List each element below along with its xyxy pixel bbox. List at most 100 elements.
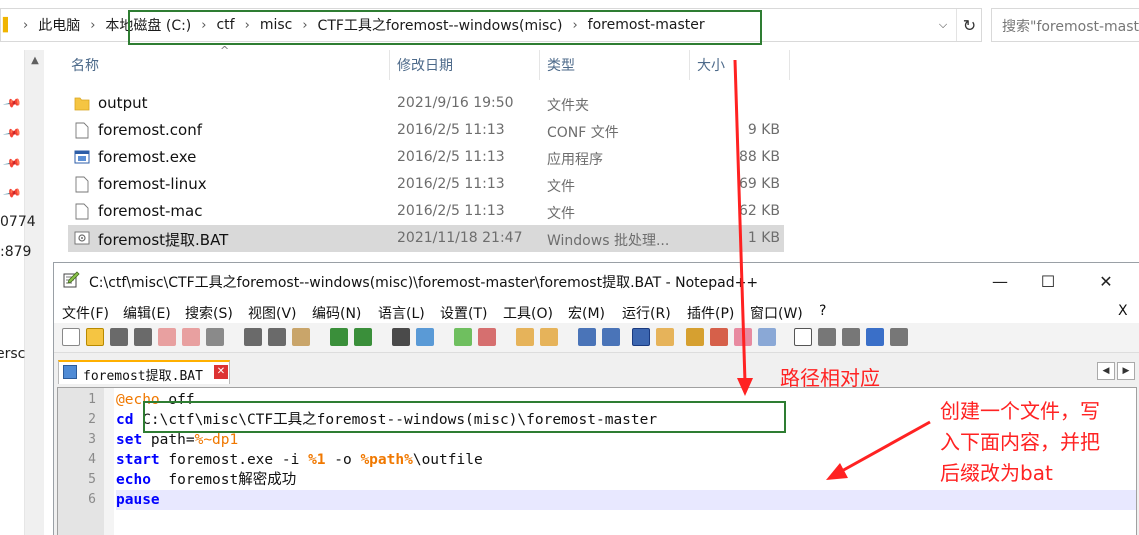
play-macro-icon[interactable] [842,328,860,346]
line-number: 5 [88,472,96,487]
nav-item-cut[interactable]: ersc [0,346,25,362]
paste-icon[interactable] [292,328,310,346]
column-header-name[interactable]: 名称 [71,52,99,80]
menu-run[interactable]: 运行(R) [622,303,671,323]
toolbar [54,323,1139,353]
menu-edit[interactable]: 编辑(E) [123,303,171,323]
nav-scrollbar[interactable]: ▲ [24,50,44,535]
folder-as-workspace-icon[interactable] [710,328,728,346]
cut-icon[interactable] [244,328,262,346]
tab-close-icon[interactable]: ✕ [214,365,228,379]
zoom-out-icon[interactable] [478,328,496,346]
word-wrap-icon[interactable] [578,328,596,346]
file-size: 1 KB [747,230,780,246]
close-button[interactable]: ✕ [1078,263,1134,299]
breadcrumb-separator[interactable]: › [86,18,99,33]
code-variable: %path% [360,452,413,468]
file-icon [75,176,89,193]
menu-bar: 文件(F) 编辑(E) 搜索(S) 视图(V) 编码(N) 语言(L) 设置(T… [54,299,1139,323]
column-header-size[interactable]: 大小 [697,52,725,80]
annotation-create-line-1: 创建一个文件，写 [940,399,1100,423]
undo-icon[interactable] [330,328,348,346]
menu-encoding[interactable]: 编码(N) [312,303,361,323]
indent-guide-icon[interactable] [632,328,650,346]
tab-scroll-right-button[interactable]: ▶ [1117,362,1135,380]
title-bar[interactable]: C:\ctf\misc\CTF工具之foremost--windows(misc… [54,263,1139,299]
copy-icon[interactable] [268,328,286,346]
close-all-icon[interactable] [182,328,200,346]
column-divider[interactable] [539,50,540,80]
code-text: \outfile [412,452,483,468]
menu-tools[interactable]: 工具(O) [503,303,553,323]
folder-icon [74,97,90,111]
close-file-icon[interactable] [158,328,176,346]
fold-margin[interactable] [104,388,114,535]
print-icon[interactable] [206,328,224,346]
file-date: 2016/2/5 11:13 [397,203,505,219]
menu-language[interactable]: 语言(L) [378,303,425,323]
tab-scroll-left-button[interactable]: ◀ [1097,362,1115,380]
file-date: 2021/11/18 21:47 [397,230,523,246]
column-header-type[interactable]: 类型 [547,52,575,80]
maximize-button[interactable]: ☐ [1020,263,1076,299]
address-dropdown-button[interactable]: ⌵ [931,9,955,41]
sync-vertical-icon[interactable] [516,328,534,346]
file-row[interactable]: foremost.conf 2016/2/5 11:13 CONF 文件 9 K… [68,117,784,144]
nav-item-cut[interactable]: 0774 [0,214,36,230]
stop-macro-icon[interactable] [818,328,836,346]
file-type: 文件 [547,206,575,222]
path-highlight-box [143,401,786,433]
menu-macro[interactable]: 宏(M) [568,303,605,323]
replace-icon[interactable] [416,328,434,346]
column-header-date[interactable]: 修改日期 [397,52,453,80]
column-divider[interactable] [789,50,790,80]
menu-view[interactable]: 视图(V) [248,303,297,323]
tab-foremost-bat[interactable]: foremost提取.BAT ✕ [58,360,230,384]
open-folder-icon[interactable] [86,328,104,346]
find-icon[interactable] [392,328,410,346]
scroll-up-icon[interactable]: ▲ [25,50,45,70]
doc-switcher-icon[interactable] [734,328,752,346]
record-macro-icon[interactable] [794,328,812,346]
save-state-icon [63,365,77,379]
menu-window[interactable]: 窗口(W) [750,303,803,323]
file-date: 2016/2/5 11:13 [397,176,505,192]
menu-close-doc[interactable]: X [1118,303,1128,319]
column-divider[interactable] [689,50,690,80]
nav-item-cut[interactable]: :879 [0,244,31,260]
file-row[interactable]: foremost-linux 2016/2/5 11:13 文件 69 KB [68,171,784,198]
menu-settings[interactable]: 设置(T) [440,303,487,323]
breadcrumb-this-pc[interactable]: 此电脑 [32,15,86,35]
refresh-button[interactable]: ↻ [956,9,982,41]
search-input[interactable]: 搜索"foremost-master" [991,8,1139,42]
file-row-selected[interactable]: foremost提取.BAT 2021/11/18 21:47 Windows … [68,225,784,252]
redo-icon[interactable] [354,328,372,346]
menu-plugins[interactable]: 插件(P) [687,303,734,323]
menu-search[interactable]: 搜索(S) [185,303,233,323]
code-line-6-current[interactable]: pause [116,490,1136,510]
file-row[interactable]: foremost-mac 2016/2/5 11:13 文件 62 KB [68,198,784,225]
sync-horizontal-icon[interactable] [540,328,558,346]
screenshot-root: ▌ › 此电脑 › 本地磁盘 (C:) › ctf › misc › CTF工具… [0,0,1139,535]
file-row[interactable]: foremost.exe 2016/2/5 11:13 应用程序 88 KB [68,144,784,171]
menu-help[interactable]: ? [819,303,826,319]
new-file-icon[interactable] [62,328,80,346]
annotation-create-line-3: 后缀改为bat [940,461,1053,485]
monitoring-icon[interactable] [758,328,776,346]
show-all-chars-icon[interactable] [602,328,620,346]
zoom-in-icon[interactable] [454,328,472,346]
file-row[interactable]: output 2021/9/16 19:50 文件夹 [68,90,784,117]
column-divider[interactable] [389,50,390,80]
save-icon[interactable] [110,328,128,346]
function-list-icon[interactable] [686,328,704,346]
tab-scroll-arrows: ◀ ▶ [1097,362,1135,380]
file-size: 9 KB [747,122,780,138]
bat-gear-icon [74,231,90,245]
run-macro-multiple-icon[interactable] [866,328,884,346]
save-macro-icon[interactable] [890,328,908,346]
doc-map-icon[interactable] [656,328,674,346]
save-all-icon[interactable] [134,328,152,346]
menu-file[interactable]: 文件(F) [62,303,109,323]
file-type: Windows 批处理... [547,233,670,249]
file-type: 文件夹 [547,98,589,114]
